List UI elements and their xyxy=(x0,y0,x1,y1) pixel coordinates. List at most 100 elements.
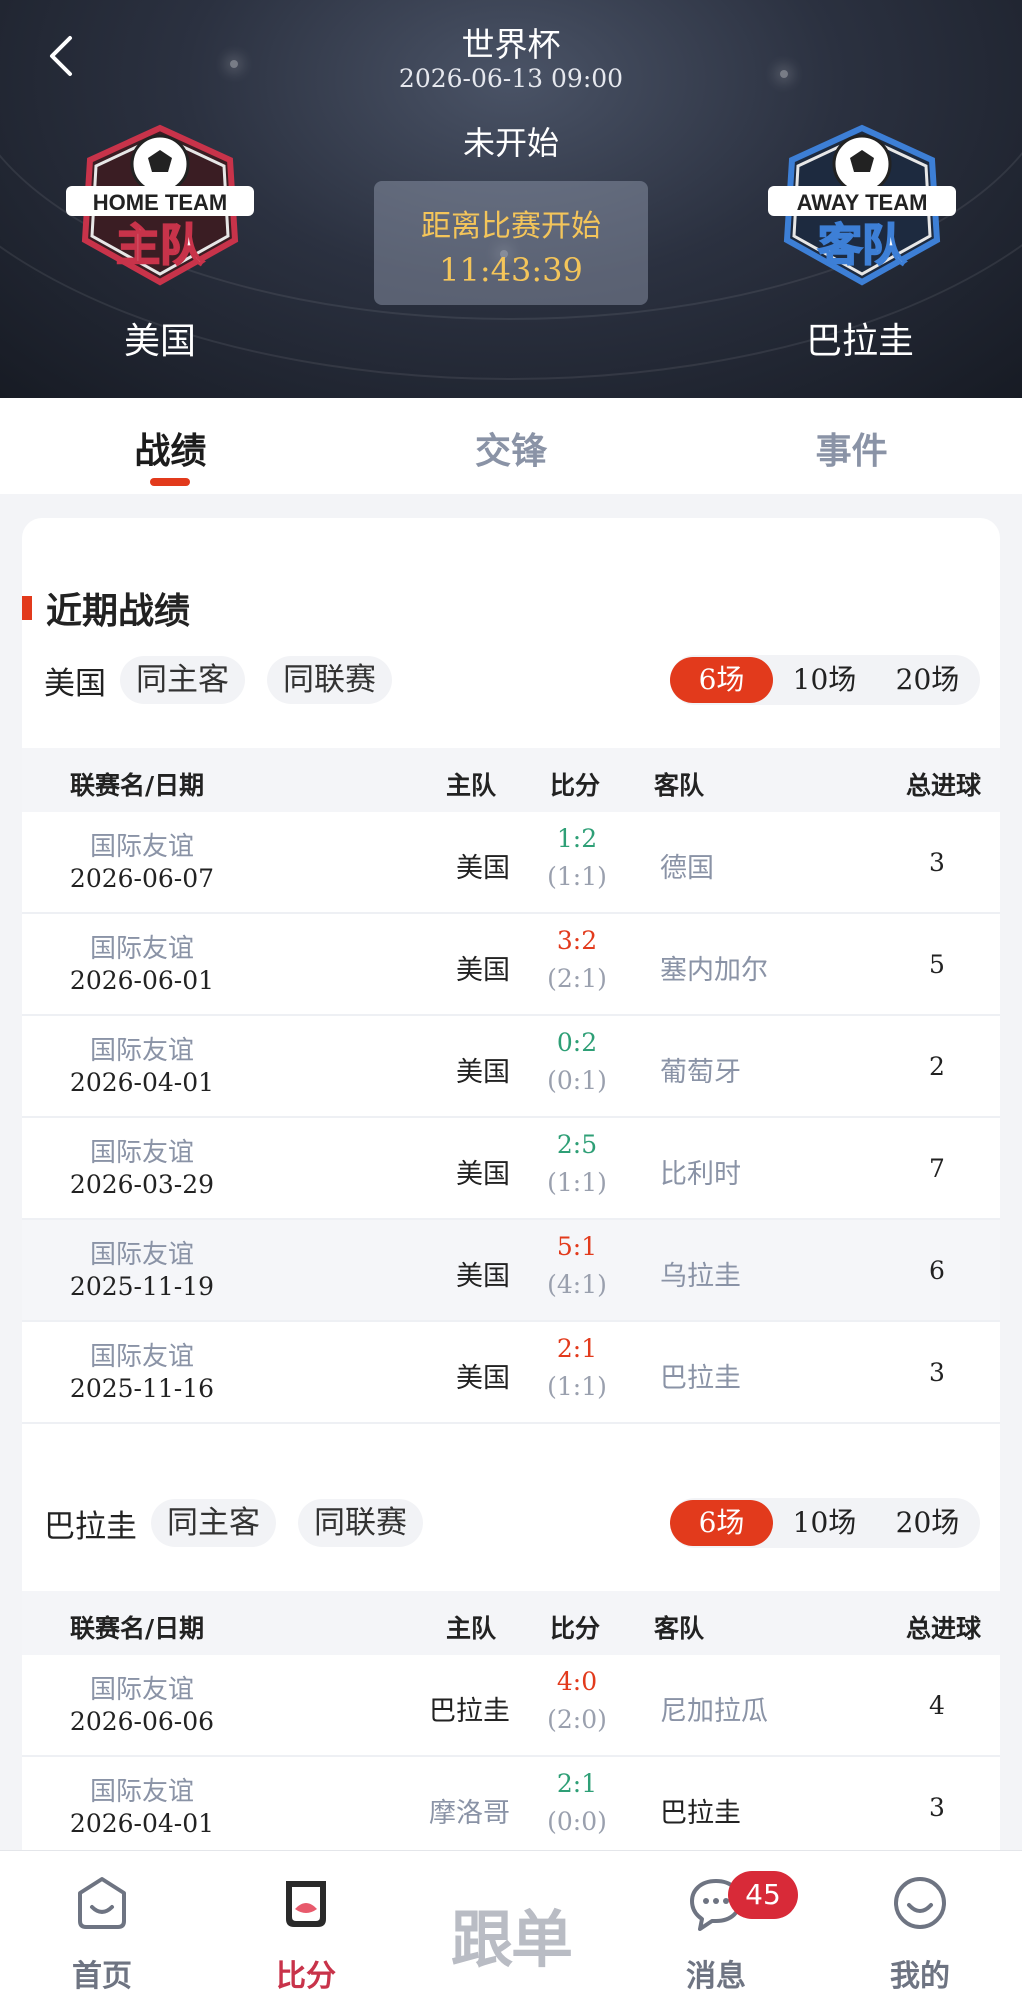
halftime-score-cell: (2:1) xyxy=(547,964,607,993)
halftime-score-cell: (1:1) xyxy=(547,1372,607,1401)
match-date-cell: 2025-11-16 xyxy=(69,1374,215,1403)
halftime-score-cell: (4:1) xyxy=(547,1270,607,1299)
match-date-cell: 2026-04-01 xyxy=(69,1068,215,1097)
col-score: 比分 xyxy=(550,1614,601,1643)
filter-row-home: 美国 同主客 同联赛 6场 10场 20场 xyxy=(22,655,1000,705)
away-team-cell: 乌拉圭 xyxy=(660,1261,741,1292)
away-badge-main: 客队 xyxy=(818,220,907,271)
table-row[interactable]: 国际友谊 2025-11-19 美国 5:1 (4:1) 乌拉圭 6 xyxy=(22,1220,1000,1322)
table-row[interactable]: 国际友谊 2025-11-16 美国 2:1 (1:1) 巴拉圭 3 xyxy=(22,1322,1000,1424)
match-date-cell: 2026-04-01 xyxy=(69,1809,215,1838)
league-name-cell: 国际友谊 xyxy=(89,934,194,964)
range-20-option[interactable]: 20场 xyxy=(876,657,979,703)
range-10-option[interactable]: 10场 xyxy=(773,657,876,703)
home-team-cell: 美国 xyxy=(456,955,510,986)
tab-head-to-head[interactable]: 交锋 xyxy=(341,398,682,494)
league-name-cell: 国际友谊 xyxy=(89,1138,194,1168)
home-badge-top: HOME TEAM xyxy=(93,190,227,215)
score-cell: 1:2 xyxy=(556,824,598,853)
table-row[interactable]: 国际友谊 2026-04-01 摩洛哥 2:1 (0:0) 巴拉圭 3 xyxy=(22,1757,1000,1859)
range-6-option[interactable]: 6场 xyxy=(670,1500,773,1546)
league-name-cell: 国际友谊 xyxy=(89,1675,194,1705)
filter-team-name: 美国 xyxy=(44,665,106,702)
nav-score-label: 比分 xyxy=(276,1959,336,1994)
col-total: 总进球 xyxy=(906,1614,982,1643)
col-score: 比分 xyxy=(550,771,601,800)
table-header: 联赛名/日期 主队 比分 客队 总进球 xyxy=(22,748,1000,812)
halftime-score-cell: (0:1) xyxy=(547,1066,607,1095)
match-date-cell: 2026-06-01 xyxy=(69,966,215,995)
filter-team-name: 巴拉圭 xyxy=(44,1508,137,1545)
total-goals-cell: 3 xyxy=(929,1793,945,1822)
recent-record-card: 近期战绩 美国 同主客 同联赛 6场 10场 20场 联赛名/日期 主队 比分 … xyxy=(22,518,1000,1918)
range-10-option[interactable]: 10场 xyxy=(773,1500,876,1546)
col-total: 总进球 xyxy=(906,771,982,800)
away-team-cell: 尼加拉瓜 xyxy=(660,1696,768,1727)
home-team-cell: 摩洛哥 xyxy=(429,1798,510,1829)
halftime-score-cell: (0:0) xyxy=(547,1807,607,1836)
smiley-icon xyxy=(894,1877,946,1929)
home-team-cell: 美国 xyxy=(456,1261,510,1292)
match-count-selector: 6场 10场 20场 xyxy=(670,655,980,705)
away-team-badge[interactable]: AWAY TEAM 客队 xyxy=(762,120,962,290)
same-venue-chip[interactable]: 同主客 xyxy=(151,1499,276,1547)
total-goals-cell: 3 xyxy=(929,848,945,877)
col-away: 客队 xyxy=(654,771,705,800)
score-cell: 4:0 xyxy=(556,1667,598,1696)
total-goals-cell: 4 xyxy=(929,1691,945,1720)
total-goals-cell: 3 xyxy=(929,1358,945,1387)
tab-events[interactable]: 事件 xyxy=(681,398,1022,494)
tab-record[interactable]: 战绩 xyxy=(0,398,341,494)
scoreboard-icon xyxy=(286,1881,326,1927)
range-20-option[interactable]: 20场 xyxy=(876,1500,979,1546)
nav-home-label: 首页 xyxy=(72,1959,132,1994)
away-team-cell: 德国 xyxy=(660,853,714,884)
col-away: 客队 xyxy=(654,1614,705,1643)
nav-messages-label: 消息 xyxy=(686,1959,746,1994)
away-badge-top: AWAY TEAM xyxy=(797,190,928,215)
countdown-time: 11:43:39 xyxy=(439,251,583,289)
home-badge-main: 主队 xyxy=(116,220,205,271)
table-row[interactable]: 国际友谊 2026-06-01 美国 3:2 (2:1) 塞内加尔 5 xyxy=(22,914,1000,1016)
match-count-selector: 6场 10场 20场 xyxy=(670,1498,980,1548)
bottom-nav: 首页 比分 跟单 45 消息 我的 xyxy=(0,1850,1022,2000)
away-team-cell: 巴拉圭 xyxy=(660,1363,741,1394)
detail-tabs: 战绩 交锋 事件 xyxy=(0,398,1022,494)
unread-badge: 45 xyxy=(728,1871,798,1919)
table-row[interactable]: 国际友谊 2026-06-07 美国 1:2 (1:1) 德国 3 xyxy=(22,812,1000,914)
col-home: 主队 xyxy=(446,771,497,800)
range-6-option[interactable]: 6场 xyxy=(670,657,773,703)
nav-profile[interactable]: 我的 xyxy=(818,1851,1022,2000)
table-row[interactable]: 国际友谊 2026-04-01 美国 0:2 (0:1) 葡萄牙 2 xyxy=(22,1016,1000,1118)
match-date-cell: 2026-03-29 xyxy=(69,1170,215,1199)
home-team-badge[interactable]: HOME TEAM 主队 xyxy=(60,120,260,290)
score-cell: 2:5 xyxy=(556,1130,598,1159)
section-marker xyxy=(22,596,32,620)
score-cell: 5:1 xyxy=(556,1232,598,1261)
home-team-cell: 美国 xyxy=(456,1159,510,1190)
same-league-chip[interactable]: 同联赛 xyxy=(267,656,392,704)
col-home: 主队 xyxy=(446,1614,497,1643)
away-team-cell: 葡萄牙 xyxy=(660,1057,741,1088)
match-date-cell: 2026-06-06 xyxy=(69,1707,215,1736)
home-team-cell: 美国 xyxy=(456,853,510,884)
score-cell: 0:2 xyxy=(556,1028,598,1057)
home-team-cell: 美国 xyxy=(456,1363,510,1394)
halftime-score-cell: (1:1) xyxy=(547,862,607,891)
table-row[interactable]: 国际友谊 2026-03-29 美国 2:5 (1:1) 比利时 7 xyxy=(22,1118,1000,1220)
away-badge-icon: AWAY TEAM 客队 xyxy=(768,124,956,286)
nav-messages[interactable]: 45 消息 xyxy=(614,1851,818,2000)
same-league-chip[interactable]: 同联赛 xyxy=(298,1499,423,1547)
nav-home[interactable]: 首页 xyxy=(0,1851,204,2000)
filter-row-away: 巴拉圭 同主客 同联赛 6场 10场 20场 xyxy=(22,1498,1000,1548)
score-cell: 2:1 xyxy=(556,1769,598,1798)
same-venue-chip[interactable]: 同主客 xyxy=(120,656,245,704)
home-team-cell: 巴拉圭 xyxy=(429,1696,510,1727)
nav-score[interactable]: 比分 xyxy=(204,1851,408,2000)
nav-follow[interactable]: 跟单 xyxy=(409,1889,613,1979)
col-league-date: 联赛名/日期 xyxy=(70,1614,205,1643)
table-row[interactable]: 国际友谊 2026-06-06 巴拉圭 4:0 (2:0) 尼加拉瓜 4 xyxy=(22,1655,1000,1757)
section-title: 近期战绩 xyxy=(22,584,190,632)
total-goals-cell: 6 xyxy=(929,1256,945,1285)
match-date-cell: 2025-11-19 xyxy=(69,1272,215,1301)
